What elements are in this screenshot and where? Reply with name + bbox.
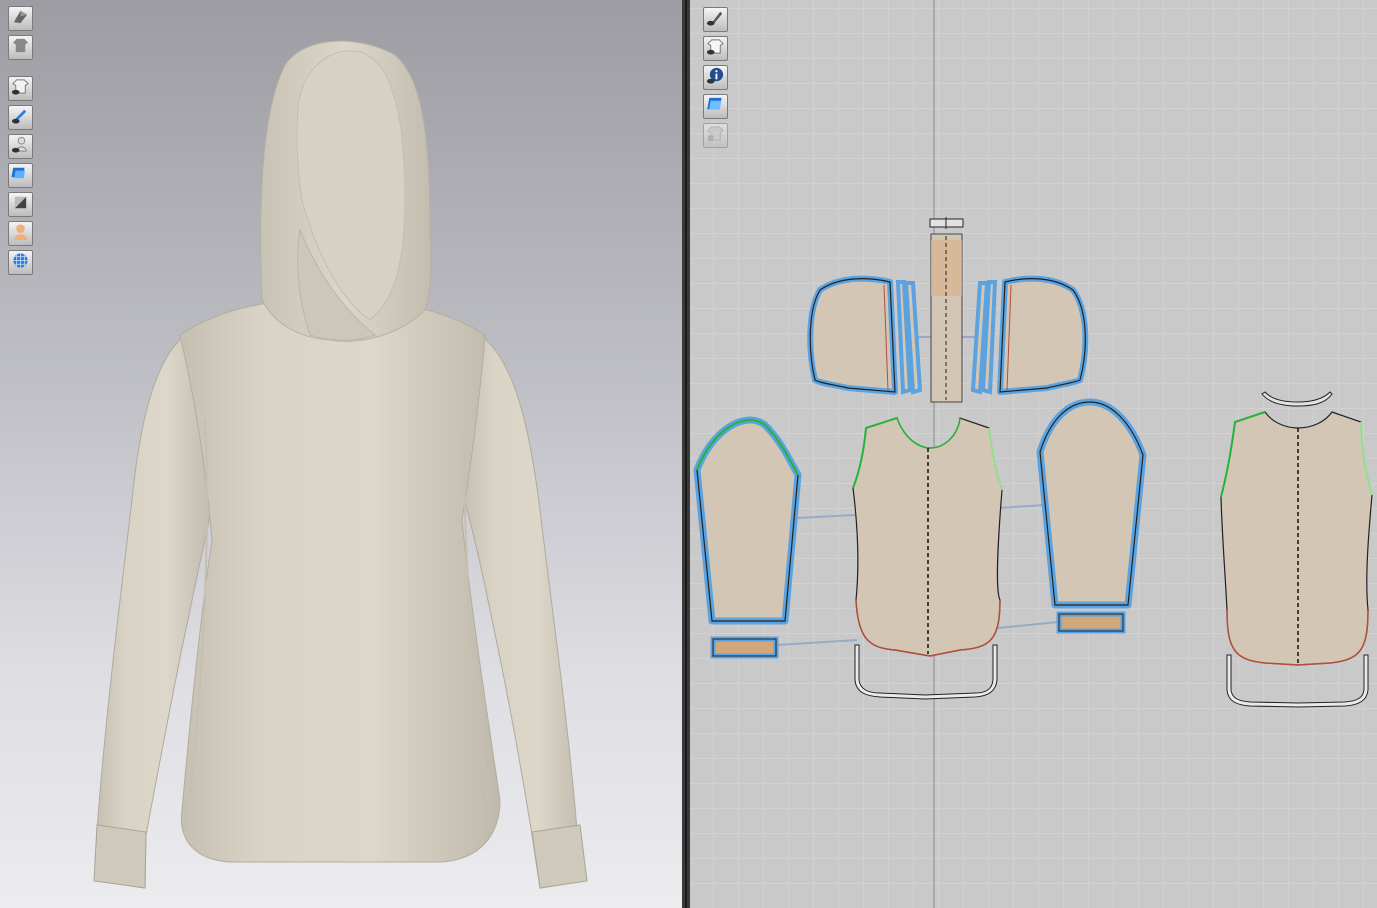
- sleeve-right-piece: [1036, 398, 1147, 609]
- garment-display-button[interactable]: [8, 35, 33, 60]
- show-2d-pattern-icon: [706, 8, 725, 32]
- fabric-shading-icon: [11, 193, 30, 217]
- torso-3d: [179, 297, 501, 863]
- cuff-left-3d: [93, 824, 147, 889]
- lock-pattern-button[interactable]: [703, 123, 728, 148]
- back-body-piece: [1220, 411, 1373, 666]
- pattern-canvas[interactable]: [690, 0, 1377, 908]
- garment-display-icon: [11, 36, 30, 60]
- viewport-2d[interactable]: [690, 0, 1377, 908]
- cuff-right-piece: [1056, 611, 1126, 634]
- sleeve-left-piece: [693, 416, 802, 625]
- show-texture-2d-icon: [706, 95, 725, 119]
- viewport-2d-toolbar: [703, 7, 728, 148]
- texture-view-button[interactable]: [8, 163, 33, 188]
- show-avatar-button[interactable]: [8, 134, 33, 159]
- show-garment-2d-button[interactable]: [703, 36, 728, 61]
- lock-pattern-icon: [706, 124, 725, 148]
- cuff-right-3d: [531, 824, 588, 889]
- show-avatar-icon: [11, 135, 30, 159]
- texture-view-icon: [11, 164, 30, 188]
- garment-3d-render[interactable]: [0, 0, 682, 908]
- back-neck-band-piece: [1261, 391, 1333, 407]
- show-garment-2d-icon: [706, 37, 725, 61]
- front-body-piece: [852, 417, 1003, 657]
- mesh-grid-button[interactable]: [8, 250, 33, 275]
- neck-band-top-piece: [929, 217, 964, 229]
- hood-left-piece: [807, 275, 923, 395]
- show-pins-icon: [11, 106, 30, 130]
- show-texture-2d-button[interactable]: [703, 94, 728, 119]
- render-style-button[interactable]: [8, 6, 33, 31]
- show-pins-button[interactable]: [8, 105, 33, 130]
- render-style-icon: [11, 7, 30, 31]
- viewport-3d[interactable]: [0, 0, 682, 908]
- show-2d-pattern-button[interactable]: [703, 7, 728, 32]
- hood-right-piece: [970, 275, 1089, 395]
- avatar-display-button[interactable]: [8, 221, 33, 246]
- viewport-3d-toolbar: [8, 6, 33, 275]
- pattern-info-button[interactable]: [703, 65, 728, 90]
- fabric-shading-button[interactable]: [8, 192, 33, 217]
- cuff-left-piece: [710, 636, 779, 659]
- show-garment-icon: [11, 77, 30, 101]
- mesh-grid-icon: [11, 251, 30, 275]
- hood-center-strip-piece: [930, 233, 963, 403]
- avatar-display-icon: [11, 222, 30, 246]
- pattern-info-icon: [706, 66, 725, 90]
- show-garment-button[interactable]: [8, 76, 33, 101]
- viewport-splitter[interactable]: [682, 0, 690, 908]
